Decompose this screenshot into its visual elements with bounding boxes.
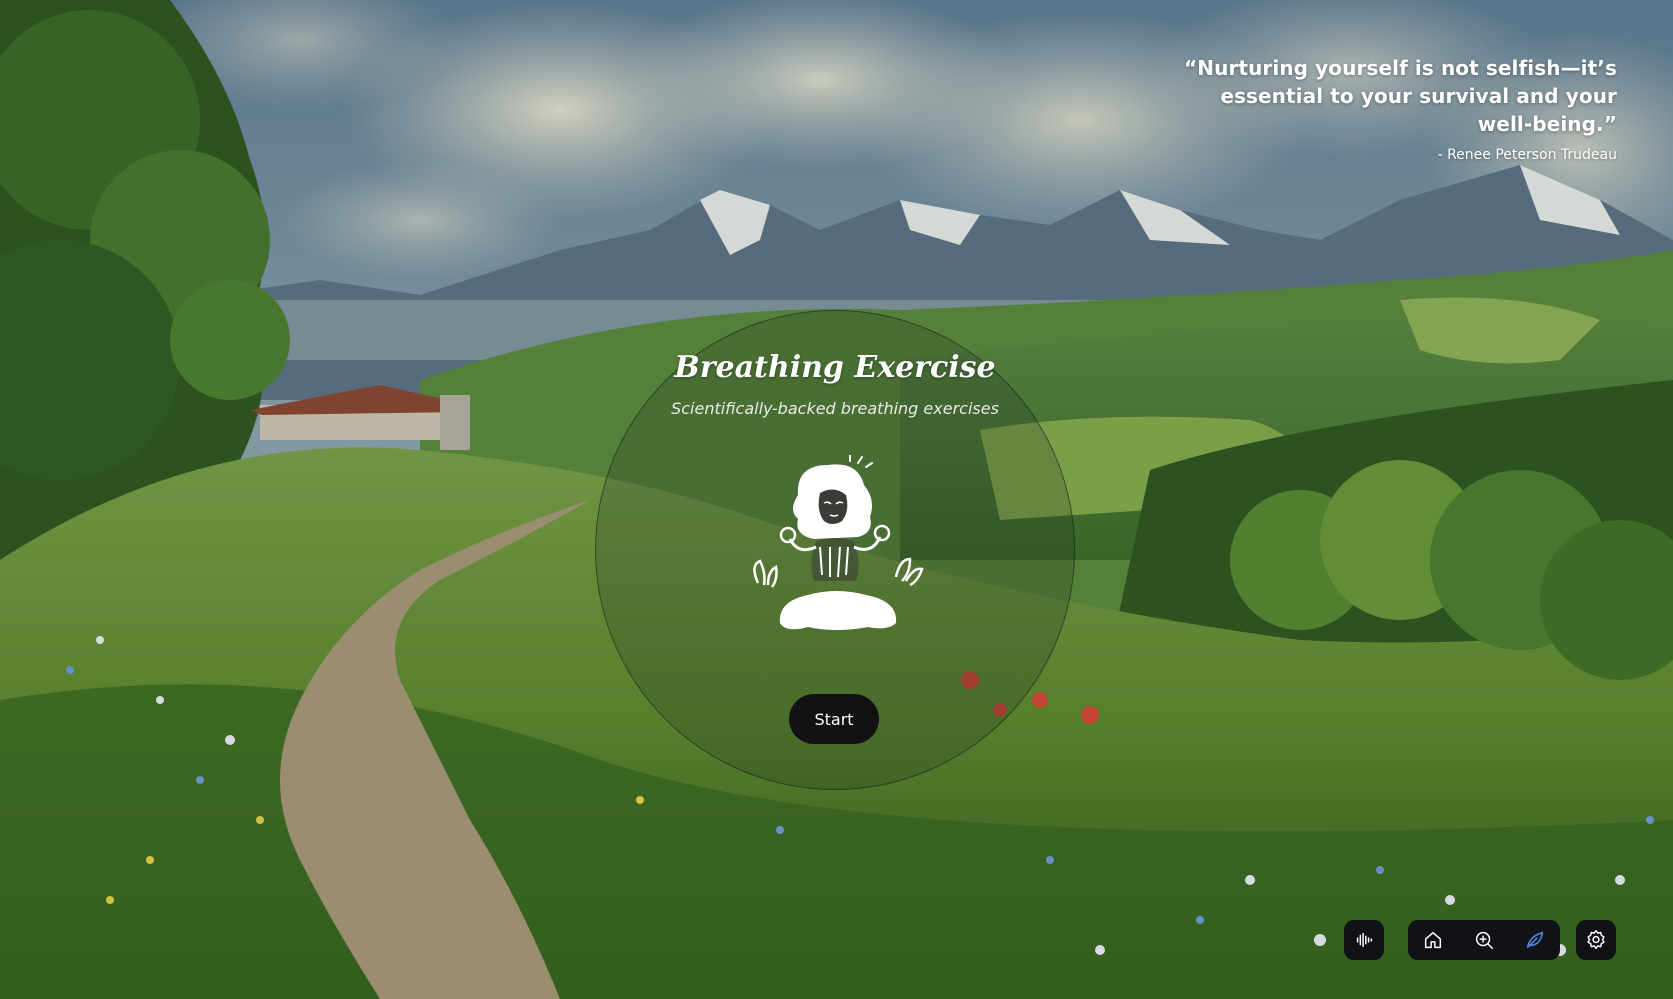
quote-block: “Nurturing yourself is not selfish—it’s … [1177,54,1617,164]
gear-icon [1587,930,1605,949]
toolbar-nav-group [1408,920,1560,960]
search-zoom-icon [1475,931,1493,949]
leaf-icon [1526,931,1543,949]
app-stage: “Nurturing yourself is not selfish—it’s … [0,0,1673,999]
home-icon [1425,931,1442,949]
quote-author: - Renee Peterson Trudeau [1437,147,1617,163]
breathing-button[interactable] [1518,923,1552,957]
toolbar-sound-group [1344,920,1384,960]
toolbar-settings-group [1576,920,1616,960]
home-button[interactable] [1416,923,1450,957]
exercise-subtitle: Scientifically-backed breathing exercise… [671,399,999,418]
exercise-title: Breathing Exercise [674,350,996,385]
start-button[interactable]: Start [789,694,879,744]
settings-button[interactable] [1579,923,1613,957]
sound-toggle-button[interactable] [1347,923,1381,957]
sound-wave-icon [1356,932,1373,948]
sparkle-icon [849,455,873,468]
meditating-person-illustration [753,455,924,630]
search-button[interactable] [1467,923,1501,957]
quote-text: “Nurturing yourself is not selfish—it’s … [1184,56,1617,136]
